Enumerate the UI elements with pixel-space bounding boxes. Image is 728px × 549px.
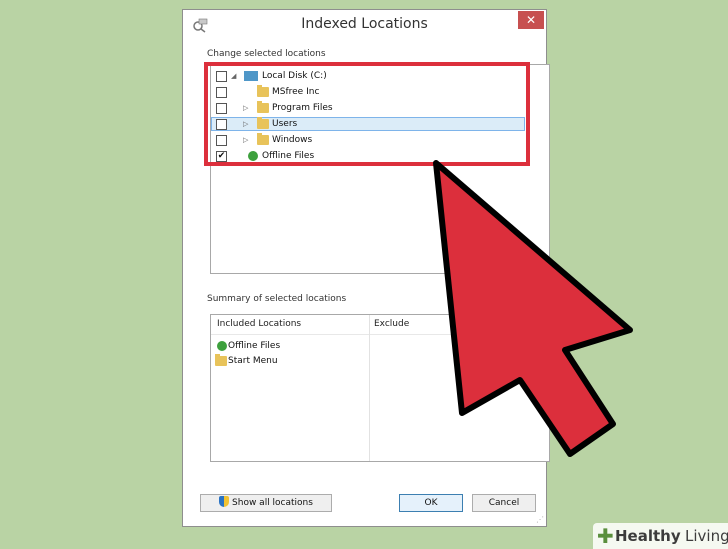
brand-text-living: Living — [685, 527, 728, 545]
brand-plus-icon: ✚ — [597, 524, 614, 548]
brand-text-healthy: Healthy — [615, 527, 681, 545]
pointer-arrow-graphic — [433, 160, 633, 457]
healthy-living-watermark: ✚ Healthy Living — [593, 523, 728, 549]
